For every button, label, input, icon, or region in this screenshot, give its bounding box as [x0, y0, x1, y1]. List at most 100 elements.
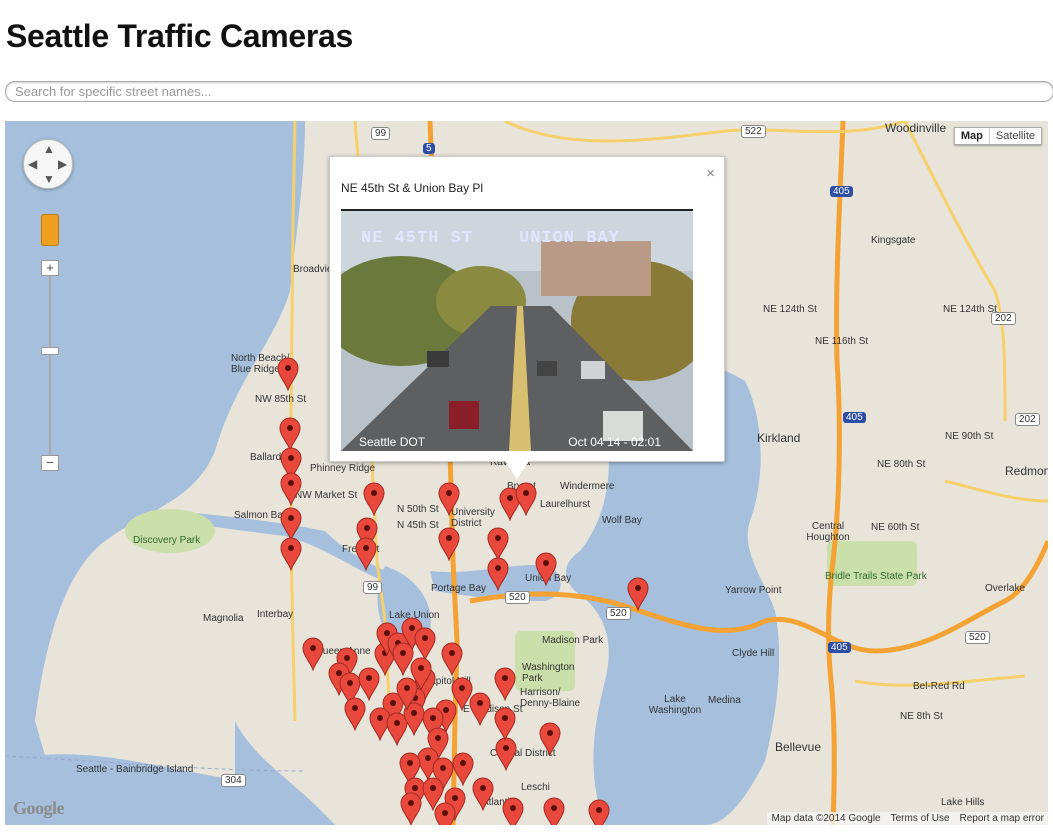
map-pin-icon	[434, 802, 456, 825]
label-windermere: Windermere	[560, 481, 615, 492]
shield-405-north: 405	[830, 186, 853, 197]
map-pin-icon	[472, 777, 494, 812]
map-pin-icon	[487, 527, 509, 562]
label-nw-85th: NW 85th St	[255, 394, 307, 405]
camera-marker[interactable]	[414, 627, 436, 662]
map-pin-icon	[588, 799, 610, 825]
camera-timestamp: Oct 04 14 - 02:01	[568, 435, 661, 449]
label-ballard: Ballard	[250, 452, 282, 463]
map-pin-icon	[344, 697, 366, 732]
map-pin-icon	[441, 642, 463, 677]
terms-link[interactable]: Terms of Use	[891, 813, 950, 824]
label-lake-washington: Lake Washington	[648, 694, 702, 716]
label-clyde-hill: Clyde Hill	[732, 648, 775, 659]
camera-marker[interactable]	[392, 642, 414, 677]
camera-marker[interactable]	[494, 707, 516, 742]
map-pin-icon	[535, 552, 557, 587]
map-pin-icon	[277, 357, 299, 392]
camera-marker[interactable]	[355, 537, 377, 572]
camera-marker[interactable]	[515, 482, 537, 517]
camera-marker[interactable]	[400, 792, 422, 825]
camera-marker[interactable]	[543, 797, 565, 825]
camera-marker[interactable]	[627, 577, 649, 612]
pan-down-icon[interactable]: ▼	[43, 173, 55, 185]
camera-marker[interactable]	[280, 537, 302, 572]
camera-marker[interactable]	[502, 797, 524, 825]
camera-marker[interactable]	[588, 799, 610, 825]
label-redmond: Redmond	[1005, 464, 1048, 478]
map-pin-icon	[279, 417, 301, 452]
camera-marker[interactable]	[280, 472, 302, 507]
pan-control[interactable]: ▲ ▼ ◀ ▶	[23, 139, 73, 189]
map-pin-icon	[280, 537, 302, 572]
label-ne-116th: NE 116th St	[815, 336, 869, 347]
camera-marker[interactable]	[494, 667, 516, 702]
label-woodinville: Woodinville	[885, 121, 947, 135]
camera-marker[interactable]	[452, 752, 474, 787]
label-bridle-trails: Bridle Trails State Park	[825, 571, 927, 582]
camera-marker[interactable]	[441, 642, 463, 677]
camera-marker[interactable]	[495, 737, 517, 772]
map-type-satellite-button[interactable]: Satellite	[990, 128, 1041, 144]
map-pin-icon	[494, 667, 516, 702]
google-logo: Google	[13, 798, 65, 818]
map-canvas[interactable]: Woodinville Kingsgate Kirkland Redmond B…	[5, 121, 1048, 825]
map-pin-icon	[539, 722, 561, 757]
map-pin-icon	[543, 797, 565, 825]
map-pin-icon	[363, 482, 385, 517]
camera-marker[interactable]	[472, 777, 494, 812]
label-ne-60th: NE 60th St	[871, 522, 920, 533]
label-ne-80th: NE 80th St	[877, 459, 926, 470]
label-discovery-park: Discovery Park	[133, 535, 201, 546]
camera-overlay-street: NE 45TH ST	[361, 229, 474, 248]
map-type-control: Map Satellite	[953, 127, 1042, 145]
map-pin-icon	[495, 737, 517, 772]
map-pin-icon	[487, 557, 509, 592]
camera-marker[interactable]	[344, 697, 366, 732]
label-medina: Medina	[708, 695, 741, 706]
label-ne-8th: NE 8th St	[900, 711, 943, 722]
map-pin-icon	[438, 482, 460, 517]
map-pin-icon	[494, 707, 516, 742]
label-washington-park: Washington Park	[522, 662, 575, 684]
map-pin-icon	[502, 797, 524, 825]
map-type-map-button[interactable]: Map	[955, 128, 990, 144]
zoom-slider-track[interactable]	[49, 271, 51, 461]
camera-overlay-cross: UNION BAY	[519, 229, 620, 248]
zoom-slider-handle[interactable]	[41, 347, 59, 355]
zoom-out-button[interactable]: −	[41, 455, 59, 471]
label-madison-park: Madison Park	[542, 635, 604, 646]
camera-marker[interactable]	[487, 557, 509, 592]
pan-left-icon[interactable]: ◀	[28, 158, 37, 170]
camera-marker[interactable]	[438, 527, 460, 562]
camera-marker[interactable]	[280, 507, 302, 542]
pan-up-icon[interactable]: ▲	[43, 143, 55, 155]
label-wolf-bay: Wolf Bay	[602, 515, 642, 526]
camera-source: Seattle DOT	[359, 435, 426, 449]
camera-marker[interactable]	[279, 417, 301, 452]
camera-marker[interactable]	[277, 357, 299, 392]
camera-marker[interactable]	[434, 802, 456, 825]
camera-marker[interactable]	[438, 482, 460, 517]
street-view-pegman-icon[interactable]	[41, 214, 59, 246]
close-icon[interactable]: ×	[706, 165, 715, 182]
camera-marker[interactable]	[535, 552, 557, 587]
map-pin-icon	[280, 507, 302, 542]
label-yarrow-point: Yarrow Point	[725, 585, 782, 596]
map-pin-icon	[452, 752, 474, 787]
map-pin-icon	[400, 792, 422, 825]
zoom-in-button[interactable]: +	[41, 260, 59, 276]
label-ne-124th: NE 124th St	[763, 304, 817, 315]
label-magnolia: Magnolia	[203, 613, 244, 624]
shield-99-north: 99	[371, 127, 391, 140]
label-interbay: Interbay	[257, 609, 294, 620]
camera-marker[interactable]	[363, 482, 385, 517]
label-kirkland: Kirkland	[757, 431, 801, 445]
camera-marker[interactable]	[539, 722, 561, 757]
camera-marker[interactable]	[487, 527, 509, 562]
report-error-link[interactable]: Report a map error	[960, 813, 1044, 824]
camera-marker[interactable]	[302, 637, 324, 672]
shield-i5: 5	[423, 143, 435, 154]
search-input[interactable]	[5, 81, 1053, 102]
pan-right-icon[interactable]: ▶	[58, 158, 67, 170]
